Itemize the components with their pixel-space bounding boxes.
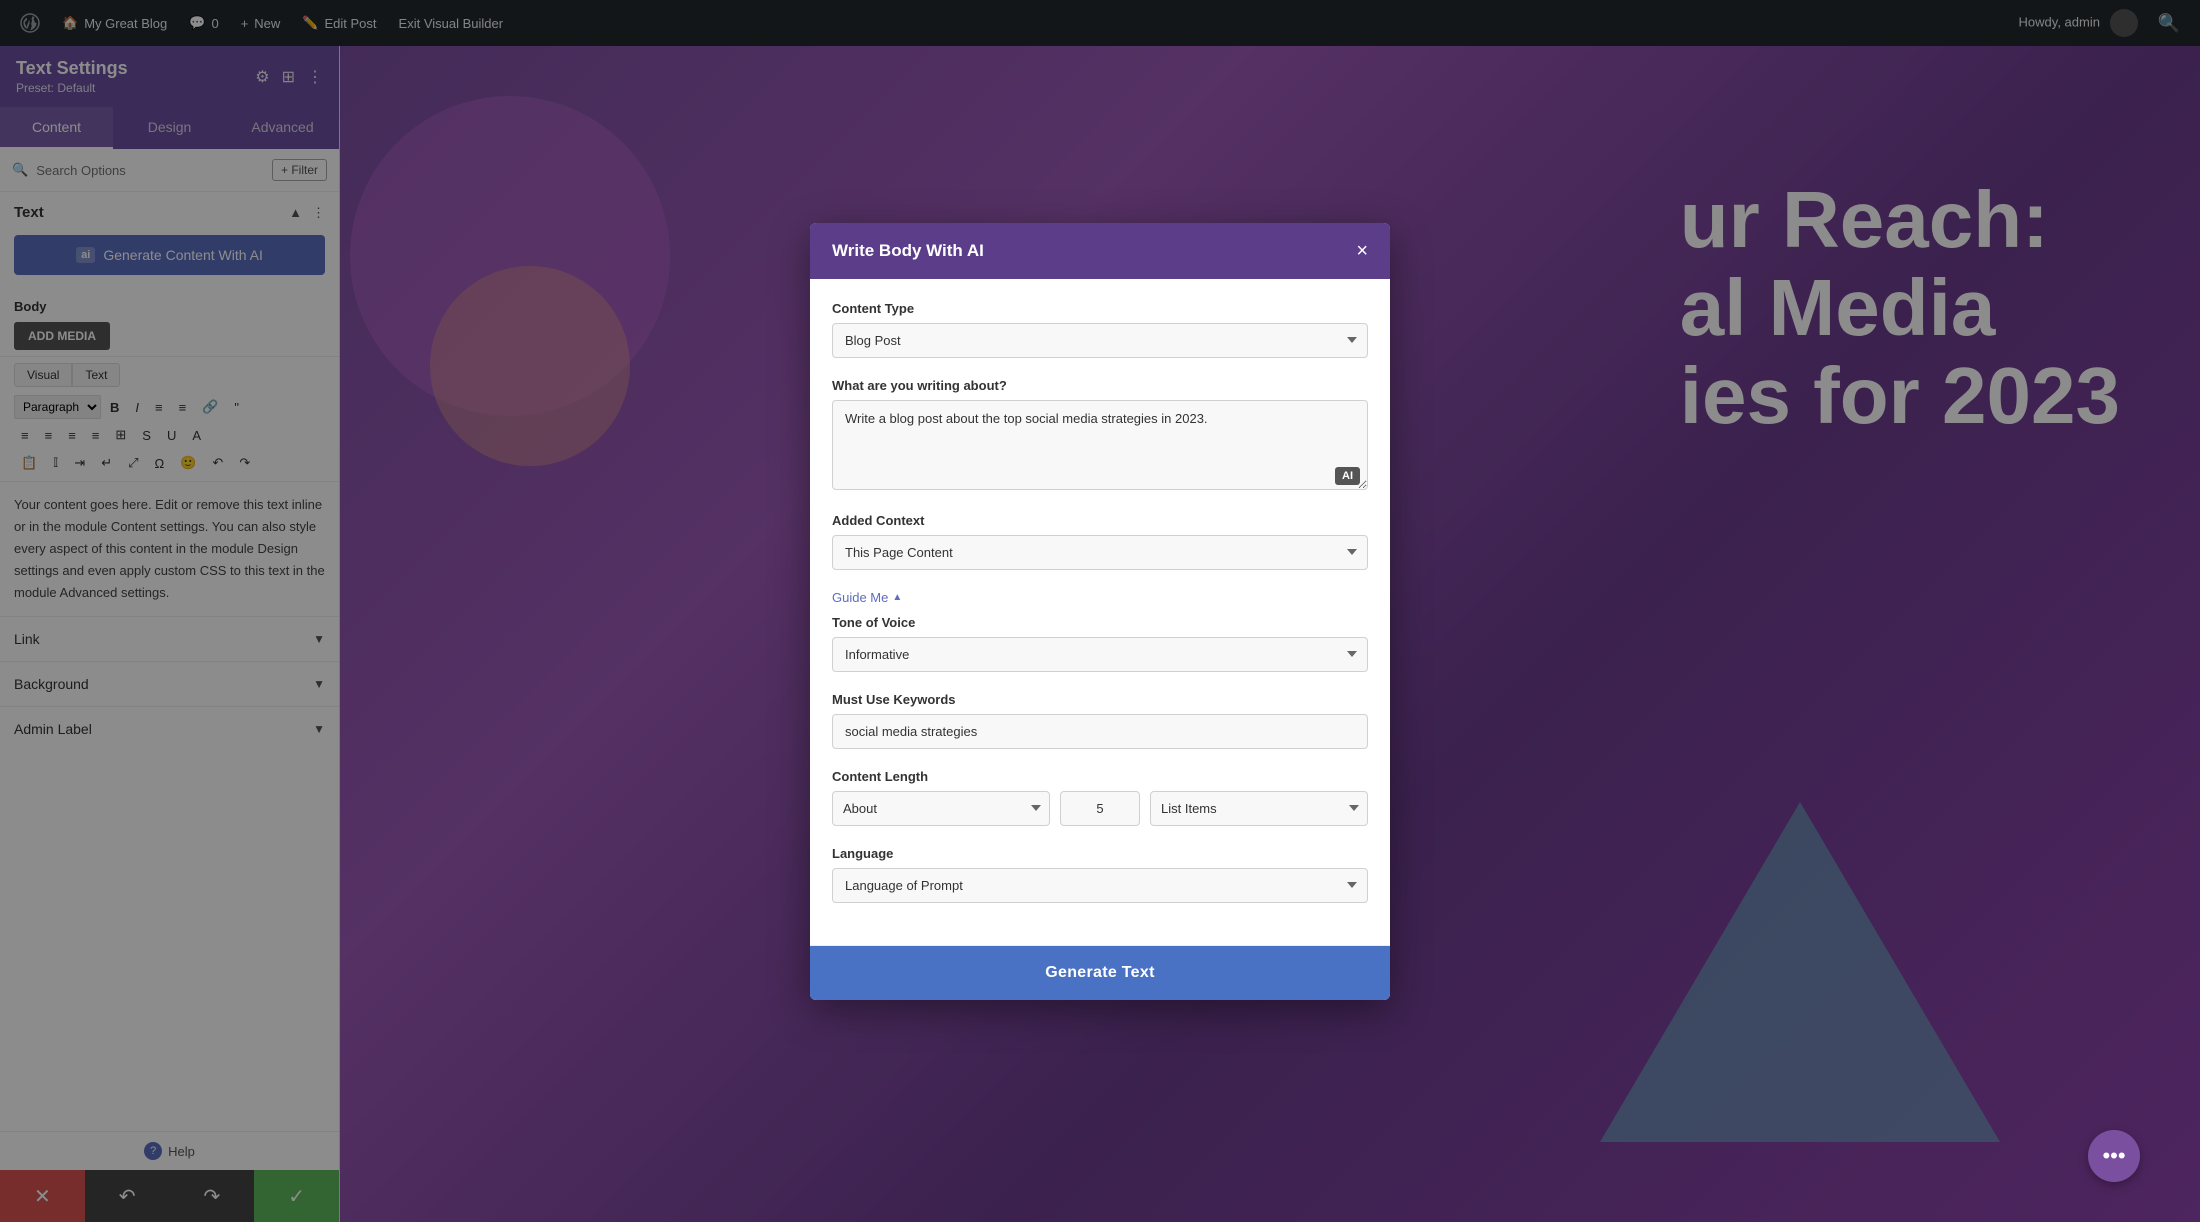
content-length-about-select[interactable]: About Exactly At Least At Most — [832, 791, 1050, 826]
language-group: Language Language of Prompt English Span… — [832, 846, 1368, 903]
modal-overlay: Write Body With AI × Content Type Blog P… — [0, 0, 2200, 1222]
guide-me-arrow-icon: ▲ — [892, 592, 902, 603]
modal-title: Write Body With AI — [832, 241, 984, 261]
content-type-label: Content Type — [832, 301, 1368, 316]
tone-of-voice-label: Tone of Voice — [832, 615, 1368, 630]
generate-footer-row: → Generate Text — [810, 946, 1390, 1000]
write-body-ai-modal: Write Body With AI × Content Type Blog P… — [810, 223, 1390, 1000]
textarea-ai-button[interactable]: AI — [1335, 467, 1360, 485]
guide-me-link[interactable]: Guide Me ▲ — [832, 590, 1368, 605]
guide-me-label: Guide Me — [832, 590, 888, 605]
content-length-label: Content Length — [832, 769, 1368, 784]
tone-of-voice-group: Tone of Voice Informative Formal Casual … — [832, 615, 1368, 672]
content-length-number-input[interactable]: 5 — [1060, 791, 1140, 826]
keywords-group: Must Use Keywords social media strategie… — [832, 692, 1368, 749]
textarea-wrapper: AI — [832, 400, 1368, 493]
added-context-group: Added Context This Page Content No Conte… — [832, 513, 1368, 570]
content-type-select[interactable]: Blog Post Article Social Media Product D… — [832, 323, 1368, 358]
keywords-label: Must Use Keywords — [832, 692, 1368, 707]
writing-about-textarea[interactable] — [832, 400, 1368, 490]
added-context-select[interactable]: This Page Content No Context Custom — [832, 535, 1368, 570]
modal-footer: → Generate Text — [810, 945, 1390, 1000]
language-select[interactable]: Language of Prompt English Spanish Frenc… — [832, 868, 1368, 903]
fab-button[interactable]: ••• — [2088, 1130, 2140, 1182]
content-length-unit-select[interactable]: List Items Paragraphs Sentences Words — [1150, 791, 1368, 826]
language-label: Language — [832, 846, 1368, 861]
generate-text-button[interactable]: Generate Text — [810, 946, 1390, 1000]
content-type-group: Content Type Blog Post Article Social Me… — [832, 301, 1368, 358]
keywords-input[interactable]: social media strategies — [832, 714, 1368, 749]
writing-about-label: What are you writing about? — [832, 378, 1368, 393]
modal-header: Write Body With AI × — [810, 223, 1390, 279]
writing-about-group: What are you writing about? AI — [832, 378, 1368, 493]
modal-close-button[interactable]: × — [1356, 241, 1368, 261]
modal-body: Content Type Blog Post Article Social Me… — [810, 279, 1390, 945]
added-context-label: Added Context — [832, 513, 1368, 528]
tone-of-voice-select[interactable]: Informative Formal Casual Persuasive Hum… — [832, 637, 1368, 672]
content-length-row: About Exactly At Least At Most 5 List It… — [832, 791, 1368, 826]
content-length-group: Content Length About Exactly At Least At… — [832, 769, 1368, 826]
